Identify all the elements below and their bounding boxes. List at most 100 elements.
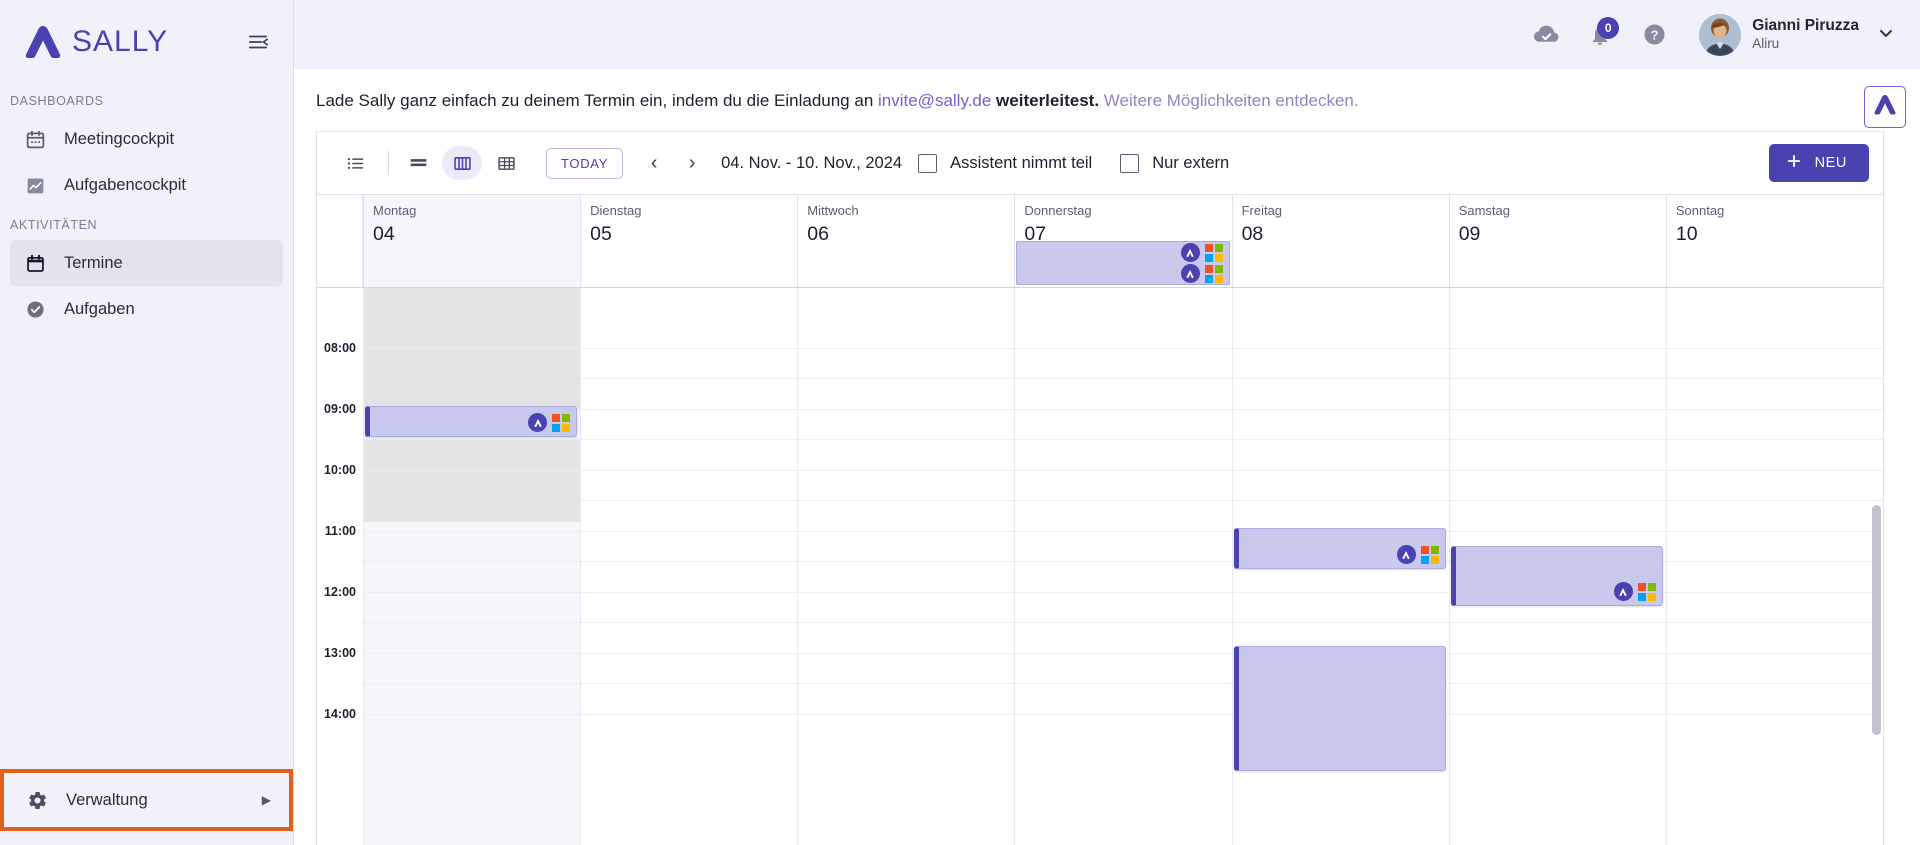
checkbox-box[interactable] [918,153,938,173]
bell-icon[interactable]: 0 [1573,10,1627,60]
prev-week-button[interactable]: ‹ [635,146,673,180]
microsoft-icon [1637,582,1656,601]
more-options-link[interactable]: Weitere Möglichkeiten entdecken. [1104,91,1359,110]
day-name: Freitag [1241,203,1283,218]
microsoft-icon [1204,243,1223,262]
day-number: 04 [373,223,395,245]
sidebar-item-label: Meetingcockpit [64,129,175,148]
event-icon-row [528,413,571,432]
microsoft-icon [1204,264,1223,283]
all-day-event[interactable] [1016,241,1230,285]
calendar-panel: TODAY ‹ › 04. Nov. - 10. Nov., 2024 Assi… [316,131,1884,845]
sidebar-section-aktivitaeten-label: AKTIVITÄTEN [10,218,98,232]
calendar-event[interactable] [1233,528,1446,569]
busy-block [364,348,581,410]
week-view-icon[interactable] [442,146,482,180]
sidebar-item-meetingcockpit[interactable]: Meetingcockpit [10,116,283,162]
sidebar-item-aufgaben[interactable]: Aufgaben [10,286,283,332]
sally-assistant-button[interactable] [1864,86,1906,128]
day-column-samstag[interactable] [1448,288,1666,845]
cloud-check-icon[interactable] [1519,10,1573,60]
calendar-header-row: Montag 04 Dienstag 05 Mittwoch 06 Donner… [317,194,1883,288]
invite-email-link[interactable]: invite@sally.de [878,91,991,110]
calendar-event[interactable] [365,406,578,437]
busy-block [364,440,581,522]
checkbox-nur-extern[interactable]: Nur extern [1120,153,1229,173]
sidebar: SALLY DASHBOARDS Meetingcockpit Aufgaben… [0,0,294,845]
day-number: 09 [1458,223,1481,245]
time-label: 09:00 [324,402,356,416]
time-label: 08:00 [324,341,356,355]
day-column-mittwoch[interactable] [797,288,1015,845]
day-header-freitag: Freitag 08 [1231,195,1449,287]
day-column-donnerstag[interactable] [1014,288,1232,845]
day-column-sonntag[interactable] [1665,288,1883,845]
calendar-event[interactable] [1233,646,1446,771]
sidebar-list-aktivitaeten: Termine Aufgaben [0,240,293,332]
collapse-sidebar-icon[interactable] [243,27,273,57]
calendar-event[interactable] [1450,546,1663,606]
chevron-down-icon[interactable] [1876,23,1896,46]
day-header-dienstag: Dienstag 05 [580,195,797,287]
avatar [1699,13,1742,56]
day-number: 05 [590,223,612,245]
day-name: Mittwoch [807,203,859,218]
day-column-dienstag[interactable] [580,288,798,845]
main-area: 0 ? Gianni Piruzza Aliru Lade Sally ganz… [294,0,1920,845]
user-menu[interactable]: Gianni Piruzza Aliru [1699,13,1896,56]
notification-badge: 0 [1597,16,1620,39]
sidebar-list-dashboards: Meetingcockpit Aufgabencockpit [0,116,293,208]
sidebar-item-label: Aufgabencockpit [64,175,187,194]
microsoft-icon [1420,545,1439,564]
sidebar-item-termine[interactable]: Termine [10,240,283,286]
today-button[interactable]: TODAY [546,147,624,179]
day-header-montag: Montag 04 [363,195,581,287]
sally-logo-icon [528,413,548,432]
date-range-label: 04. Nov. - 10. Nov., 2024 [721,153,903,172]
plus-icon [1785,152,1803,174]
sidebar-item-label: Verwaltung [66,790,148,809]
day-name: Donnerstag [1024,203,1092,218]
list-view-icon[interactable] [335,146,375,180]
calendar-icon [24,252,46,274]
calendar-grid[interactable] [363,288,1883,845]
time-label: 12:00 [324,585,356,599]
sidebar-section-dashboards-label: DASHBOARDS [10,94,104,108]
sidebar-item-verwaltung[interactable]: Verwaltung ▶ [8,777,285,823]
user-org: Aliru [1752,35,1780,51]
help-icon[interactable]: ? [1627,10,1681,60]
time-label: 11:00 [324,524,356,538]
checkbox-box[interactable] [1120,153,1140,173]
month-view-icon[interactable] [486,146,526,180]
day-header-samstag: Samstag 09 [1448,195,1666,287]
calendar: Montag 04 Dienstag 05 Mittwoch 06 Donner… [317,194,1883,845]
busy-block [364,288,581,348]
new-appointment-button[interactable]: NEU [1768,144,1869,182]
next-week-button[interactable]: › [673,146,711,180]
sally-logo-icon [22,23,64,61]
day-column-freitag[interactable] [1231,288,1449,845]
sally-logo-icon [1872,92,1898,122]
sidebar-item-aufgabencockpit[interactable]: Aufgabencockpit [10,162,283,208]
event-icon-row [1180,264,1223,283]
day-name: Montag [373,203,417,218]
event-icon-row [1180,243,1223,262]
calendar-body[interactable]: 08:00 09:00 10:00 11:00 12:00 13:00 14:0… [317,288,1883,845]
event-icon-row [1613,582,1656,601]
day-column-montag[interactable] [363,288,581,845]
day-number: 06 [807,223,829,245]
day-name: Sonntag [1675,203,1725,218]
sally-logo-icon [1396,545,1416,564]
sally-logo-icon [1613,582,1633,601]
day-header-sonntag: Sonntag 10 [1665,195,1883,287]
top-bar: 0 ? Gianni Piruzza Aliru [294,0,1920,69]
day-name: Samstag [1458,203,1511,218]
calendar-scrollbar[interactable] [1872,290,1881,843]
banner-prefix: Lade Sally ganz einfach zu deinem Termin… [316,91,878,110]
calendar-dots-icon [24,128,46,150]
day-view-icon[interactable] [398,146,438,180]
checkbox-assistent-nimmt-teil[interactable]: Assistent nimmt teil [918,153,1092,173]
event-icon-row [1396,545,1439,564]
chart-line-icon [24,174,46,196]
day-name: Dienstag [590,203,642,218]
